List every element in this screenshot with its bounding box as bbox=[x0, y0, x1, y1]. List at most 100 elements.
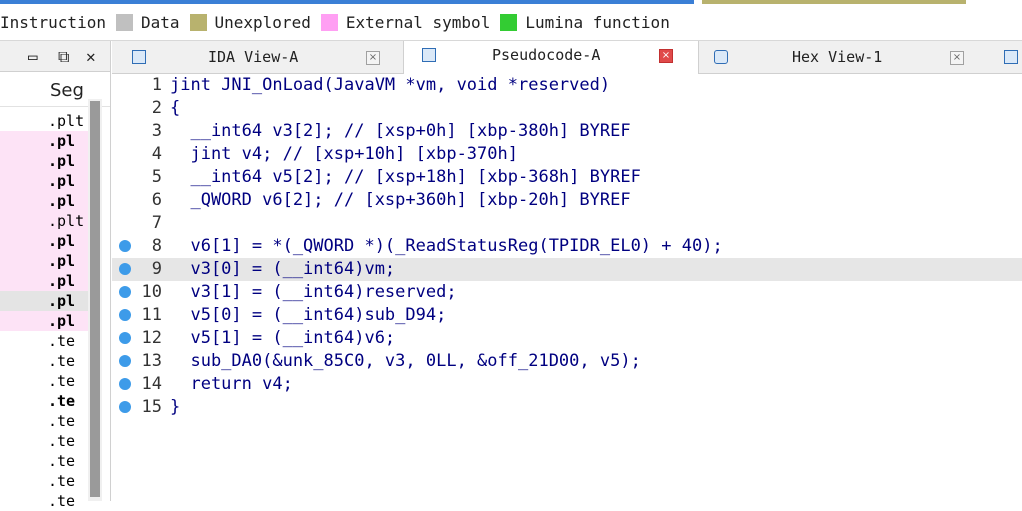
segment-name: .plt bbox=[48, 112, 85, 130]
segment-row[interactable]: .pl bbox=[0, 251, 88, 271]
line-number: 6 bbox=[151, 190, 162, 210]
code-text: v5[1] = (__int64)v6; bbox=[170, 328, 396, 348]
code-line[interactable]: 10 v3[1] = (__int64)reserved; bbox=[112, 281, 1022, 304]
code-line[interactable]: 15} bbox=[112, 396, 1022, 419]
code-text: } bbox=[170, 397, 181, 417]
segment-row[interactable]: .pl bbox=[0, 271, 88, 291]
line-number: 2 bbox=[151, 98, 162, 118]
code-text: jint JNI_OnLoad(JavaVM *vm, void *reserv… bbox=[170, 75, 611, 95]
segment-row[interactable]: .te bbox=[0, 331, 88, 351]
legend-item-external-symbol: External symbol bbox=[320, 12, 491, 32]
segment-row[interactable]: .pl bbox=[0, 131, 88, 151]
code-text: _QWORD v6[2]; // [xsp+360h] [xbp-20h] BY… bbox=[170, 190, 631, 210]
line-number: 9 bbox=[151, 259, 162, 279]
tab-pseudocode-a[interactable]: Pseudocode-A × bbox=[403, 41, 699, 74]
segment-row[interactable]: .pl bbox=[0, 151, 88, 171]
segment-row[interactable]: .pl bbox=[0, 231, 88, 251]
breakpoint-dot-icon[interactable] bbox=[119, 355, 131, 367]
segment-name: .te bbox=[48, 372, 76, 390]
segment-name: .te bbox=[48, 472, 76, 490]
code-line[interactable]: 11 v5[0] = (__int64)sub_D94; bbox=[112, 304, 1022, 327]
pseudocode-editor[interactable]: 1 jint JNI_OnLoad(JavaVM *vm, void *reser… bbox=[112, 74, 1022, 501]
segment-name: .te bbox=[48, 392, 76, 410]
segment-row[interactable]: .te bbox=[0, 431, 88, 451]
code-line[interactable]: 6 _QWORD v6[2]; // [xsp+360h] [xbp-20h] … bbox=[112, 189, 1022, 212]
segment-row[interactable]: .te bbox=[0, 351, 88, 371]
legend-swatch bbox=[320, 13, 338, 31]
breakpoint-dot-icon[interactable] bbox=[119, 263, 131, 275]
segments-scrollbar[interactable] bbox=[88, 99, 102, 501]
code-text: __int64 v5[2]; // [xsp+18h] [xbp-368h] B… bbox=[170, 167, 641, 187]
code-line[interactable]: 14 return v4; bbox=[112, 373, 1022, 396]
segment-name: .pl bbox=[48, 272, 76, 290]
segment-name: .pl bbox=[48, 252, 76, 270]
breakpoint-dot-icon[interactable] bbox=[119, 240, 131, 252]
close-icon[interactable]: ✕ bbox=[86, 47, 96, 66]
close-tab-icon[interactable]: × bbox=[950, 51, 964, 65]
code-line[interactable]: 5 __int64 v5[2]; // [xsp+18h] [xbp-368h]… bbox=[112, 166, 1022, 189]
legend-item-unexplored: Unexplored bbox=[189, 13, 311, 32]
segment-row[interactable]: .pl bbox=[0, 191, 88, 211]
line-number: 13 bbox=[141, 351, 162, 371]
line-number: 3 bbox=[151, 121, 162, 141]
line-number: 11 bbox=[141, 305, 162, 325]
breakpoint-dot-icon[interactable] bbox=[119, 286, 131, 298]
code-text: sub_DA0(&unk_85C0, v3, 0LL, &off_21D00, … bbox=[170, 351, 641, 371]
segment-name: .plt bbox=[48, 212, 85, 230]
breakpoint-dot-icon[interactable] bbox=[119, 309, 131, 321]
segment-row[interactable]: .te bbox=[0, 491, 88, 511]
line-number: 4 bbox=[151, 144, 162, 164]
legend-label: External symbol bbox=[345, 12, 491, 32]
line-number: 15 bbox=[141, 397, 162, 417]
tab-label: Pseudocode-A bbox=[492, 46, 601, 64]
code-line[interactable]: 1 jint JNI_OnLoad(JavaVM *vm, void *reser… bbox=[112, 74, 1022, 97]
code-line[interactable]: 4 jint v4; // [xsp+10h] [xbp-370h] bbox=[112, 143, 1022, 166]
code-line[interactable]: 12 v5[1] = (__int64)v6; bbox=[112, 327, 1022, 350]
breakpoint-dot-icon[interactable] bbox=[119, 401, 131, 413]
line-number: 8 bbox=[151, 236, 162, 256]
code-text: v3[1] = (__int64)reserved; bbox=[170, 282, 457, 302]
code-line[interactable]: 9 v3[0] = (__int64)vm; bbox=[112, 258, 1022, 281]
maximize-icon[interactable]: ▭ bbox=[28, 47, 38, 66]
code-text: v6[1] = *(_QWORD *)(_ReadStatusReg(TPIDR… bbox=[170, 236, 723, 256]
segment-name: .te bbox=[48, 452, 76, 470]
legend-label: Lumina function bbox=[525, 12, 670, 32]
segment-row[interactable]: .te bbox=[0, 391, 88, 411]
segment-row[interactable]: .pl bbox=[0, 171, 88, 191]
code-line[interactable]: 13 sub_DA0(&unk_85C0, v3, 0LL, &off_21D0… bbox=[112, 350, 1022, 373]
segment-row[interactable]: .plt bbox=[0, 111, 88, 131]
segment-row[interactable]: .te bbox=[0, 451, 88, 471]
segment-row[interactable]: .plt bbox=[0, 211, 88, 231]
close-tab-icon[interactable]: × bbox=[659, 49, 673, 63]
legend-swatch bbox=[115, 13, 133, 31]
structures-view-icon bbox=[1004, 50, 1018, 64]
segment-name: .te bbox=[48, 432, 76, 450]
tab-more[interactable] bbox=[990, 41, 1022, 73]
code-line[interactable]: 2{ bbox=[112, 97, 1022, 120]
segment-row[interactable]: .pl bbox=[0, 291, 88, 311]
segment-row[interactable]: .te bbox=[0, 471, 88, 491]
tab-hex-view-1[interactable]: Hex View-1 × bbox=[698, 41, 988, 73]
code-text: return v4; bbox=[170, 374, 293, 394]
segment-row[interactable]: .te bbox=[0, 371, 88, 391]
segment-row[interactable]: .te bbox=[0, 411, 88, 431]
breakpoint-dot-icon[interactable] bbox=[119, 332, 131, 344]
line-number: 12 bbox=[141, 328, 162, 348]
code-line[interactable]: 8 v6[1] = *(_QWORD *)(_ReadStatusReg(TPI… bbox=[112, 235, 1022, 258]
segment-row[interactable]: .pl bbox=[0, 311, 88, 331]
code-line[interactable]: 7 bbox=[112, 212, 1022, 235]
line-number: 1 bbox=[151, 75, 162, 95]
legend-item-data: Data bbox=[115, 13, 180, 32]
tab-ida-view-a[interactable]: IDA View-A × bbox=[112, 41, 402, 73]
segment-name: .pl bbox=[48, 132, 76, 150]
restore-icon[interactable]: ⧉ bbox=[58, 47, 69, 67]
disassembly-view-icon bbox=[132, 50, 146, 64]
code-text: jint v4; // [xsp+10h] [xbp-370h] bbox=[170, 144, 518, 164]
close-tab-icon[interactable]: × bbox=[366, 51, 380, 65]
tab-label: Hex View-1 bbox=[792, 48, 883, 66]
breakpoint-dot-icon[interactable] bbox=[119, 378, 131, 390]
code-text: __int64 v3[2]; // [xsp+0h] [xbp-380h] BY… bbox=[170, 121, 631, 141]
scrollbar-thumb[interactable] bbox=[90, 101, 100, 497]
line-number: 7 bbox=[151, 213, 162, 233]
code-line[interactable]: 3 __int64 v3[2]; // [xsp+0h] [xbp-380h] … bbox=[112, 120, 1022, 143]
